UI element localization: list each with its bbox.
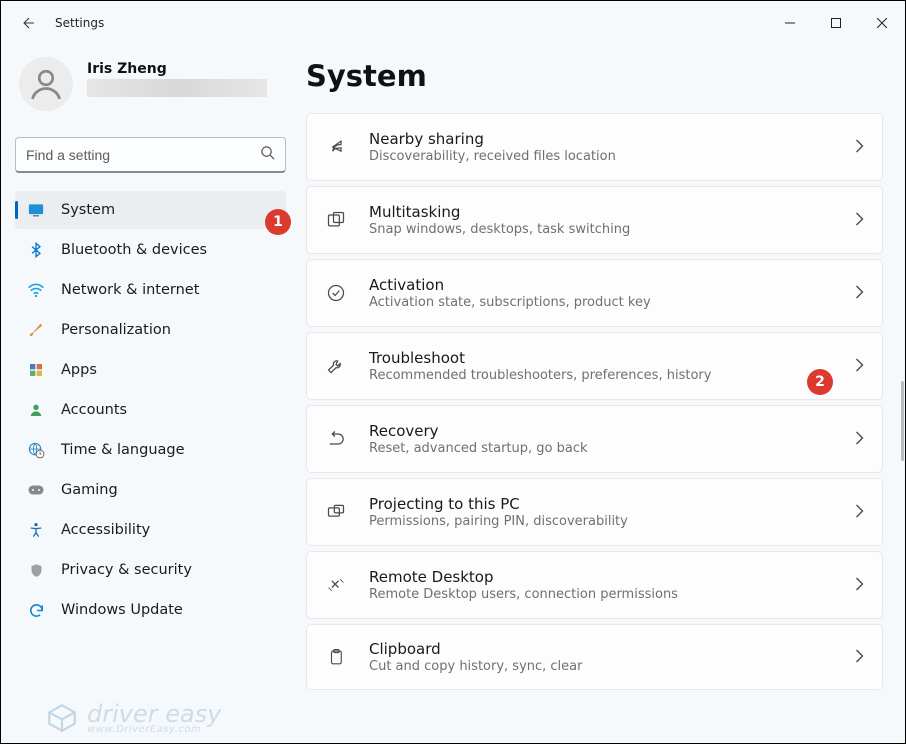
monitor-icon <box>27 201 45 219</box>
chevron-right-icon <box>855 648 864 667</box>
tile-multitasking[interactable]: Multitasking Snap windows, desktops, tas… <box>306 186 883 254</box>
minimize-button[interactable] <box>767 7 813 39</box>
chevron-right-icon <box>855 357 864 376</box>
tile-activation[interactable]: Activation Activation state, subscriptio… <box>306 259 883 327</box>
sidebar-item-system[interactable]: System <box>15 191 286 229</box>
profile-block[interactable]: Iris Zheng <box>15 57 286 111</box>
annotation-badge-2: 2 <box>807 369 833 395</box>
bluetooth-icon <box>27 241 45 259</box>
tile-subtitle: Permissions, pairing PIN, discoverabilit… <box>369 514 833 529</box>
apps-icon <box>27 361 45 379</box>
chevron-right-icon <box>855 503 864 522</box>
sidebar-item-network-internet[interactable]: Network & internet <box>15 271 286 309</box>
scrollbar[interactable] <box>901 381 904 461</box>
window-controls <box>767 7 905 39</box>
tile-subtitle: Remote Desktop users, connection permiss… <box>369 587 833 602</box>
tile-clipboard[interactable]: Clipboard Cut and copy history, sync, cl… <box>306 624 883 690</box>
nav-label: Gaming <box>61 482 118 498</box>
chevron-right-icon <box>855 576 864 595</box>
sidebar-item-windows-update[interactable]: Windows Update <box>15 591 286 629</box>
chevron-right-icon <box>855 138 864 157</box>
clipboard-icon <box>325 647 347 667</box>
nav-label: System <box>61 202 115 218</box>
recovery-icon <box>325 429 347 449</box>
nav-label: Privacy & security <box>61 562 192 578</box>
tile-subtitle: Discoverability, received files location <box>369 149 833 164</box>
sidebar-item-personalization[interactable]: Personalization <box>15 311 286 349</box>
shield-icon <box>27 561 45 579</box>
page-title: System <box>306 59 883 93</box>
nav-label: Accessibility <box>61 522 150 538</box>
multitask-icon <box>325 210 347 230</box>
tile-remote-desktop[interactable]: Remote Desktop Remote Desktop users, con… <box>306 551 883 619</box>
nav-list: System Bluetooth & devices Network & int… <box>15 191 286 629</box>
chevron-right-icon <box>855 211 864 230</box>
person-icon <box>27 401 45 419</box>
chevron-right-icon <box>855 284 864 303</box>
remote-icon <box>325 575 347 595</box>
tile-title: Remote Desktop <box>369 568 833 586</box>
back-button[interactable] <box>19 15 35 31</box>
sidebar-item-apps[interactable]: Apps <box>15 351 286 389</box>
tile-title: Projecting to this PC <box>369 495 833 513</box>
annotation-badge-1: 1 <box>265 209 291 235</box>
tile-subtitle: Activation state, subscriptions, product… <box>369 295 833 310</box>
nav-label: Network & internet <box>61 282 199 298</box>
sidebar-item-gaming[interactable]: Gaming <box>15 471 286 509</box>
sidebar: Iris Zheng System Bluetooth & devices Ne… <box>1 45 306 743</box>
wrench-icon <box>325 356 347 376</box>
sidebar-item-time-language[interactable]: Time & language <box>15 431 286 469</box>
nav-label: Windows Update <box>61 602 183 618</box>
profile-email-redacted <box>87 79 267 97</box>
search-icon <box>260 145 275 164</box>
tile-title: Activation <box>369 276 833 294</box>
sidebar-item-accessibility[interactable]: Accessibility <box>15 511 286 549</box>
tile-subtitle: Reset, advanced startup, go back <box>369 441 833 456</box>
tile-troubleshoot[interactable]: Troubleshoot Recommended troubleshooters… <box>306 332 883 400</box>
brush-icon <box>27 321 45 339</box>
search-box[interactable] <box>15 137 286 173</box>
sidebar-item-bluetooth-devices[interactable]: Bluetooth & devices <box>15 231 286 269</box>
tile-subtitle: Recommended troubleshooters, preferences… <box>369 368 833 383</box>
tile-nearby-sharing[interactable]: Nearby sharing Discoverability, received… <box>306 113 883 181</box>
titlebar: Settings <box>1 1 905 45</box>
avatar <box>19 57 73 111</box>
nav-label: Accounts <box>61 402 127 418</box>
sidebar-item-privacy-security[interactable]: Privacy & security <box>15 551 286 589</box>
tile-title: Troubleshoot <box>369 349 833 367</box>
watermark: driver easy www.DriverEasy.com <box>45 700 221 735</box>
tile-subtitle: Snap windows, desktops, task switching <box>369 222 833 237</box>
chevron-right-icon <box>855 430 864 449</box>
wifi-icon <box>27 281 45 299</box>
tile-recovery[interactable]: Recovery Reset, advanced startup, go bac… <box>306 405 883 473</box>
nav-label: Apps <box>61 362 97 378</box>
tile-list: Nearby sharing Discoverability, received… <box>306 113 883 690</box>
profile-name: Iris Zheng <box>87 61 267 77</box>
update-icon <box>27 601 45 619</box>
project-icon <box>325 502 347 522</box>
share-icon <box>325 137 347 157</box>
tile-title: Clipboard <box>369 640 833 658</box>
tile-title: Recovery <box>369 422 833 440</box>
globe-clock-icon <box>27 441 45 459</box>
maximize-button[interactable] <box>813 7 859 39</box>
sidebar-item-accounts[interactable]: Accounts <box>15 391 286 429</box>
search-input[interactable] <box>26 147 260 163</box>
window-title: Settings <box>55 16 104 30</box>
nav-label: Bluetooth & devices <box>61 242 207 258</box>
close-button[interactable] <box>859 7 905 39</box>
tile-subtitle: Cut and copy history, sync, clear <box>369 659 833 674</box>
nav-label: Personalization <box>61 322 171 338</box>
tile-projecting-to-this-pc[interactable]: Projecting to this PC Permissions, pairi… <box>306 478 883 546</box>
check-circle-icon <box>325 283 347 303</box>
gamepad-icon <box>27 481 45 499</box>
nav-label: Time & language <box>61 442 185 458</box>
accessibility-icon <box>27 521 45 539</box>
tile-title: Multitasking <box>369 203 833 221</box>
tile-title: Nearby sharing <box>369 130 833 148</box>
